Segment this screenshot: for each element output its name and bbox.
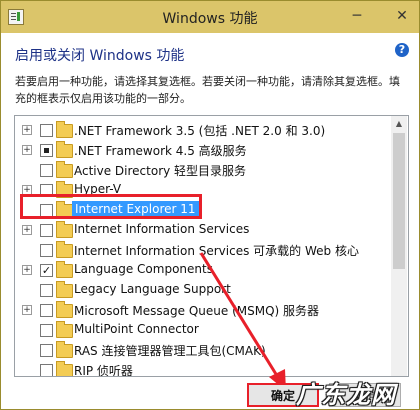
- annotation-arrow: [199, 252, 286, 391]
- watermark-logo: 广东龙网: [296, 371, 416, 409]
- windows-features-dialog: Windows 功能 ─ ✕ 启用或关闭 Windows 功能 ? 若要启用一种…: [0, 0, 420, 410]
- watermark-text: 广东龙网: [296, 381, 396, 409]
